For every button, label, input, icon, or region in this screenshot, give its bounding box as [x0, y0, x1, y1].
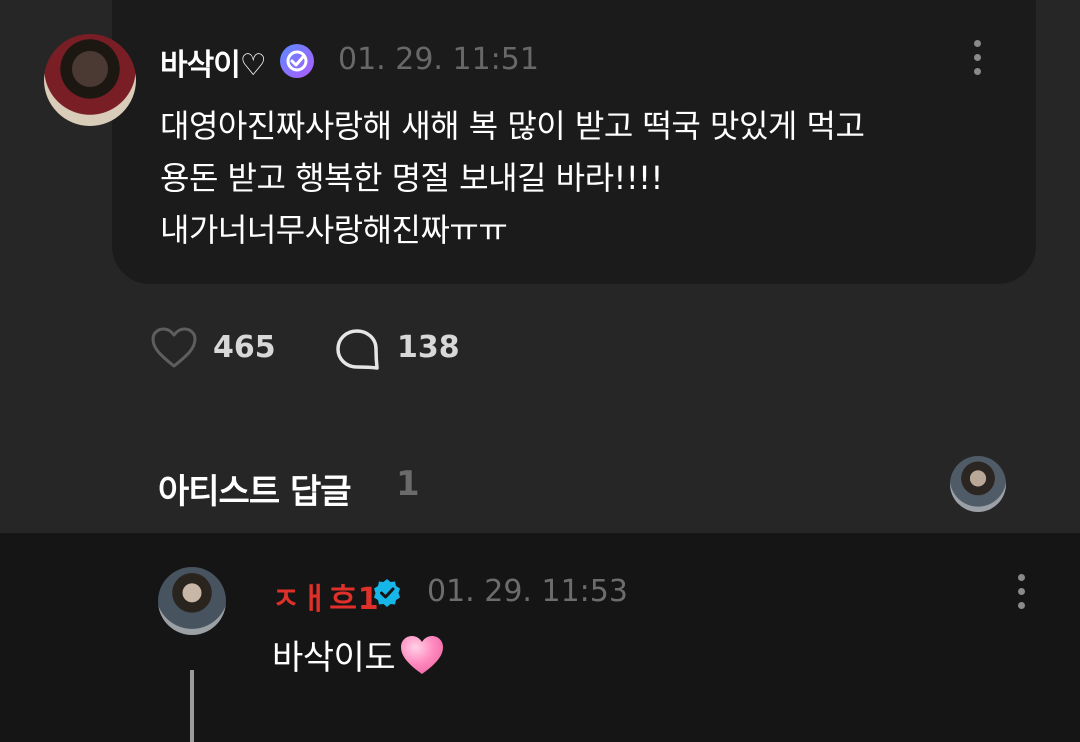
reply-author-name[interactable]: ㅈㅐ흐1	[272, 574, 380, 618]
reply-text: 바삭이도	[272, 638, 396, 678]
post-body-line: 대영아진짜사랑해 새해 복 많이 받고 떡국 맛있게 먹고	[160, 107, 865, 145]
post-body-line: 용돈 받고 행복한 명절 보내길 바라!!!!	[160, 159, 663, 197]
artist-reply-section	[0, 533, 1080, 742]
verified-purple-icon	[280, 44, 314, 78]
artist-replies-title: 아티스트 답글	[158, 472, 352, 512]
artist-avatar[interactable]	[950, 456, 1006, 512]
post-more-icon[interactable]	[974, 40, 982, 82]
reply-author-avatar[interactable]	[158, 567, 226, 635]
like-icon[interactable]	[150, 326, 198, 374]
post-author-name[interactable]: 바삭이♡	[160, 40, 267, 84]
verified-blue-icon	[372, 578, 402, 608]
comment-icon[interactable]	[335, 328, 381, 376]
post-body: 대영아진짜사랑해 새해 복 많이 받고 떡국 맛있게 먹고 용돈 받고 행복한 …	[160, 100, 1020, 256]
pink-heart-emoji	[399, 634, 445, 685]
reply-more-icon[interactable]	[1018, 574, 1026, 616]
post-timestamp: 01. 29. 11:51	[338, 42, 539, 77]
post-author-avatar[interactable]	[44, 34, 136, 126]
like-count: 465	[213, 330, 276, 365]
reply-timestamp: 01. 29. 11:53	[427, 574, 628, 609]
comment-count: 138	[397, 330, 460, 365]
artist-replies-count: 1	[396, 464, 420, 504]
reply-body: 바삭이도	[272, 630, 445, 685]
post-body-line: 내가너너무사랑해진짜ㅠㅠ	[160, 211, 508, 249]
thread-line	[190, 670, 194, 742]
